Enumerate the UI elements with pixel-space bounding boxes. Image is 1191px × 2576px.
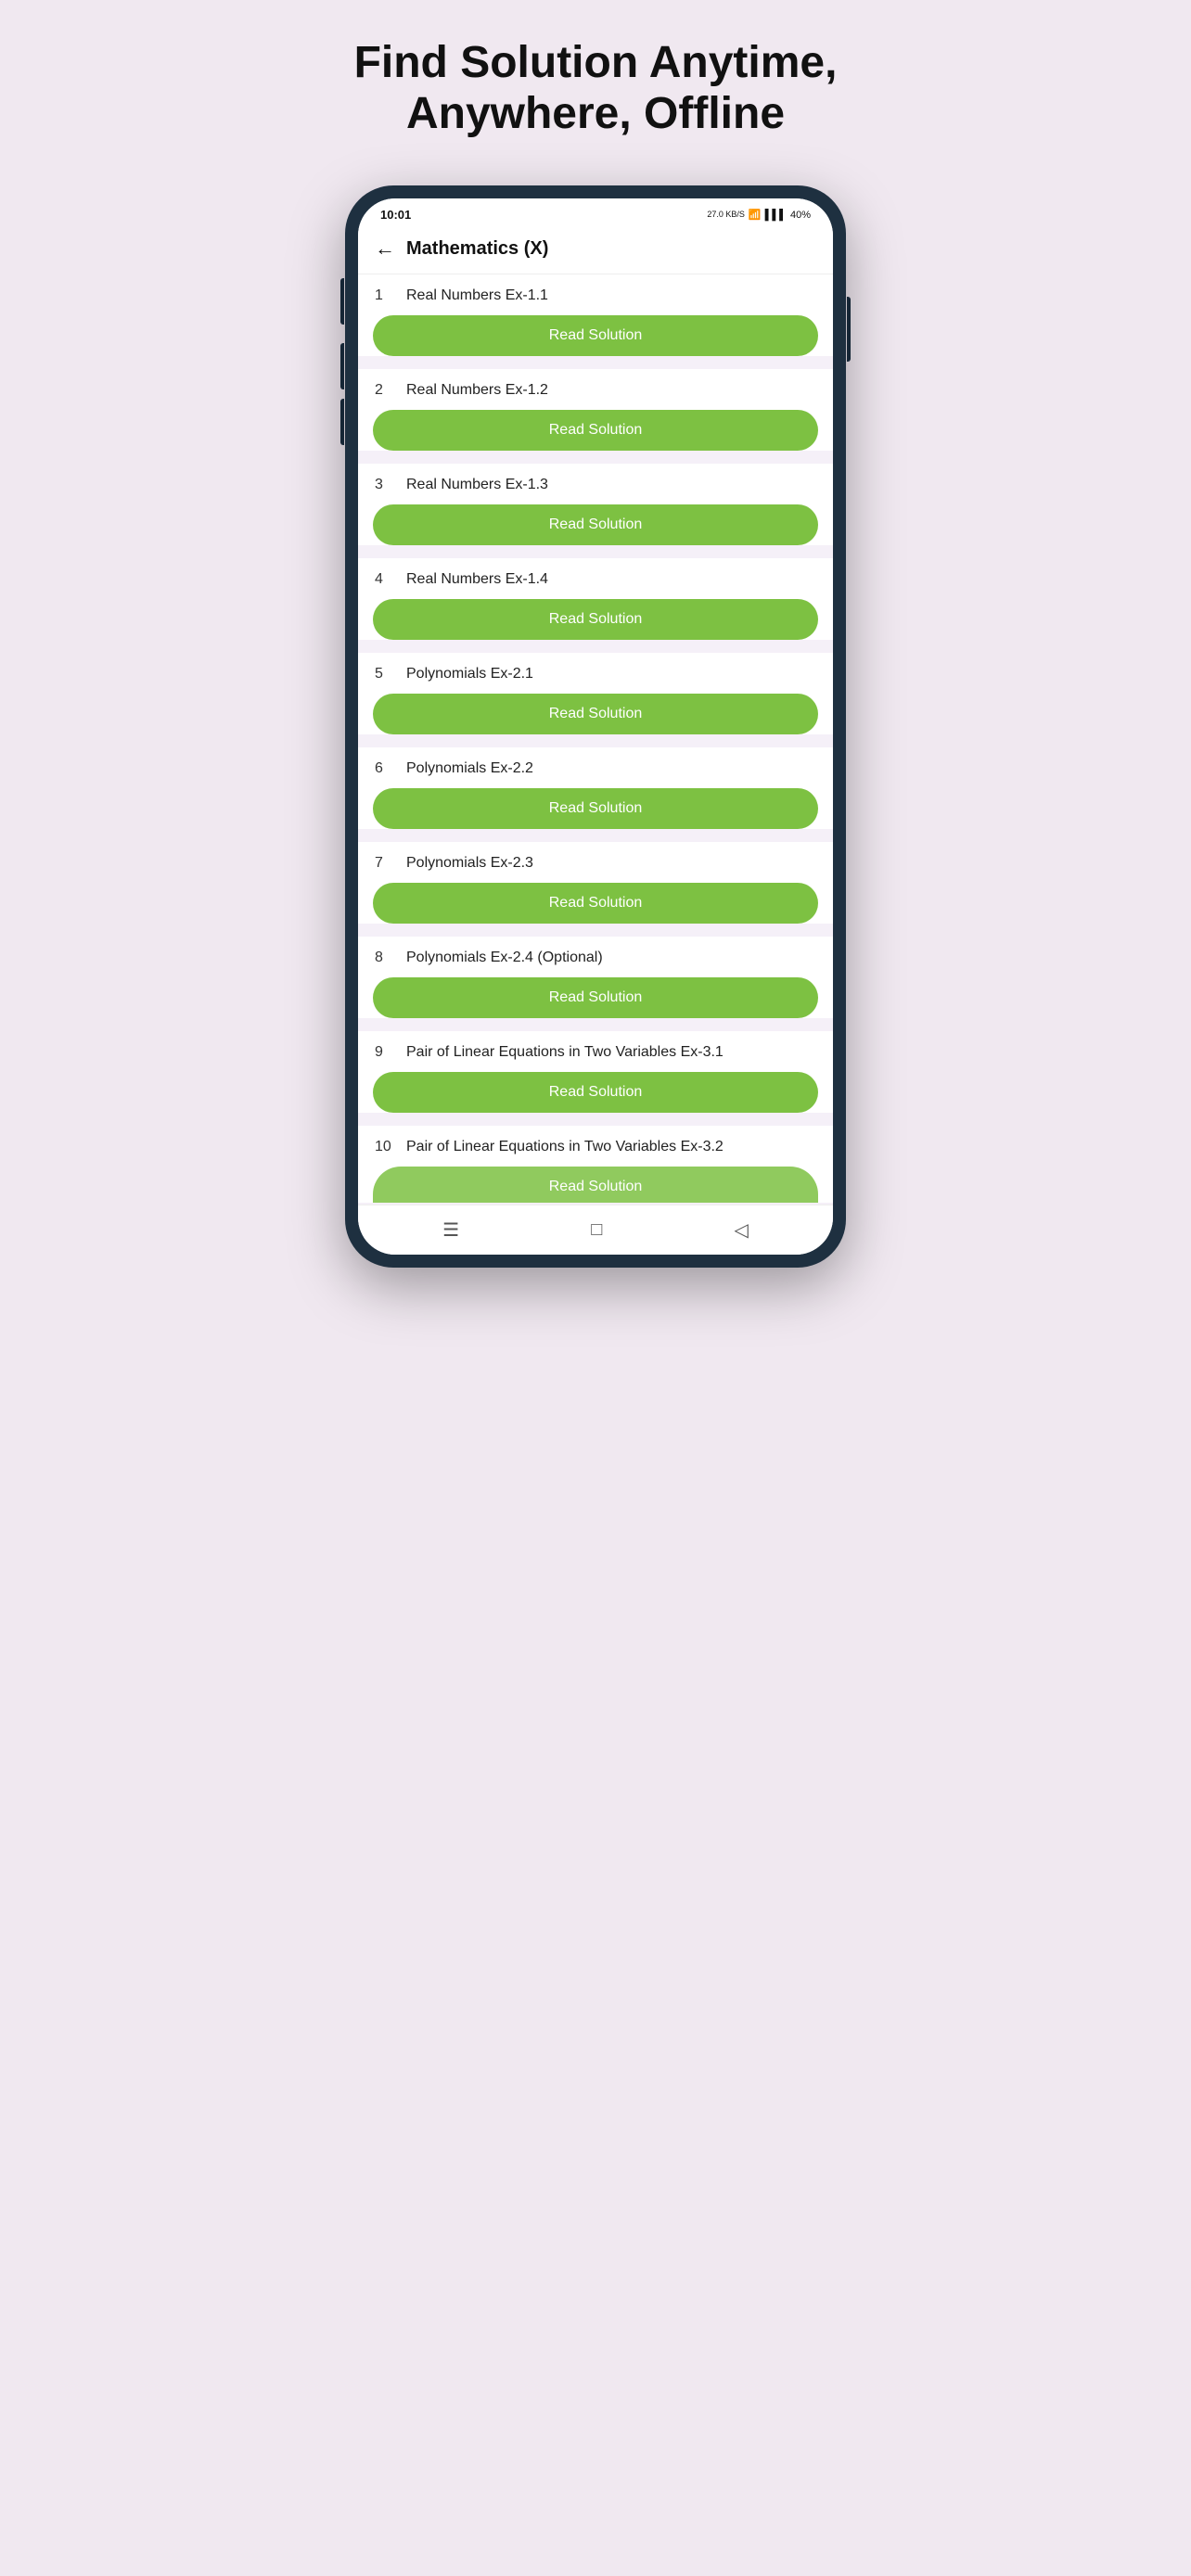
item-number: 2 [375, 382, 393, 399]
read-solution-button[interactable]: Read Solution [373, 977, 818, 1018]
list-item: 3 Real Numbers Ex-1.3 Read Solution [358, 464, 833, 545]
read-solution-button[interactable]: Read Solution [373, 883, 818, 924]
list-item: 6 Polynomials Ex-2.2 Read Solution [358, 747, 833, 829]
list-item-partial: 10 Pair of Linear Equations in Two Varia… [358, 1126, 833, 1203]
read-solution-button[interactable]: Read Solution [373, 1167, 818, 1203]
list-item: 8 Polynomials Ex-2.4 (Optional) Read Sol… [358, 937, 833, 1018]
bottom-nav-bar: ☰ □ ◁ [358, 1205, 833, 1255]
item-number: 5 [375, 666, 393, 682]
item-number: 7 [375, 855, 393, 872]
item-number: 9 [375, 1044, 393, 1061]
item-label: Polynomials Ex-2.1 [406, 666, 533, 682]
item-label: Pair of Linear Equations in Two Variable… [406, 1139, 724, 1155]
list-item: 5 Polynomials Ex-2.1 Read Solution [358, 653, 833, 734]
read-solution-button[interactable]: Read Solution [373, 315, 818, 356]
list-item: 1 Real Numbers Ex-1.1 Read Solution [358, 274, 833, 356]
list-item: 9 Pair of Linear Equations in Two Variab… [358, 1031, 833, 1113]
wifi-icon: 📶 [749, 209, 762, 221]
read-solution-button[interactable]: Read Solution [373, 694, 818, 734]
hero-title: Find Solution Anytime, Anywhere, Offline [336, 37, 855, 139]
read-solution-button[interactable]: Read Solution [373, 410, 818, 451]
list-item: 2 Real Numbers Ex-1.2 Read Solution [358, 369, 833, 451]
screen-title: Mathematics (X) [406, 238, 548, 260]
item-label: Real Numbers Ex-1.4 [406, 571, 548, 588]
item-label: Pair of Linear Equations in Two Variable… [406, 1044, 724, 1061]
list-item: 7 Polynomials Ex-2.3 Read Solution [358, 842, 833, 924]
item-number: 3 [375, 477, 393, 493]
item-number: 8 [375, 950, 393, 966]
status-time: 10:01 [380, 208, 411, 222]
back-button[interactable]: ← [375, 236, 395, 261]
battery-text: 40% [790, 210, 811, 221]
item-number: 4 [375, 571, 393, 588]
item-label: Real Numbers Ex-1.2 [406, 382, 548, 399]
item-number: 10 [375, 1139, 393, 1155]
read-solution-button[interactable]: Read Solution [373, 599, 818, 640]
item-number: 1 [375, 287, 393, 304]
item-label: Real Numbers Ex-1.3 [406, 477, 548, 493]
read-solution-button[interactable]: Read Solution [373, 1072, 818, 1113]
back-nav-icon[interactable]: ◁ [735, 1218, 749, 1242]
phone-frame: 10:01 27.0 KB/S 📶 ▌▌▌ 40% ← Mathematics … [345, 185, 846, 1268]
home-icon[interactable]: □ [591, 1219, 602, 1241]
phone-screen: 10:01 27.0 KB/S 📶 ▌▌▌ 40% ← Mathematics … [358, 198, 833, 1255]
nav-bar: ← Mathematics (X) [358, 227, 833, 274]
item-label: Polynomials Ex-2.3 [406, 855, 533, 872]
item-label: Real Numbers Ex-1.1 [406, 287, 548, 304]
list-item: 4 Real Numbers Ex-1.4 Read Solution [358, 558, 833, 640]
item-label: Polynomials Ex-2.2 [406, 760, 533, 777]
status-bar: 10:01 27.0 KB/S 📶 ▌▌▌ 40% [358, 198, 833, 227]
signal-icon: ▌▌▌ [765, 210, 787, 221]
item-label: Polynomials Ex-2.4 (Optional) [406, 950, 603, 966]
exercise-list: 1 Real Numbers Ex-1.1 Read Solution 2 Re… [358, 274, 833, 1205]
item-number: 6 [375, 760, 393, 777]
read-solution-button[interactable]: Read Solution [373, 504, 818, 545]
data-speed-icon: 27.0 KB/S [707, 210, 745, 219]
read-solution-button[interactable]: Read Solution [373, 788, 818, 829]
status-icons: 27.0 KB/S 📶 ▌▌▌ 40% [707, 209, 811, 221]
menu-icon[interactable]: ☰ [442, 1218, 459, 1242]
